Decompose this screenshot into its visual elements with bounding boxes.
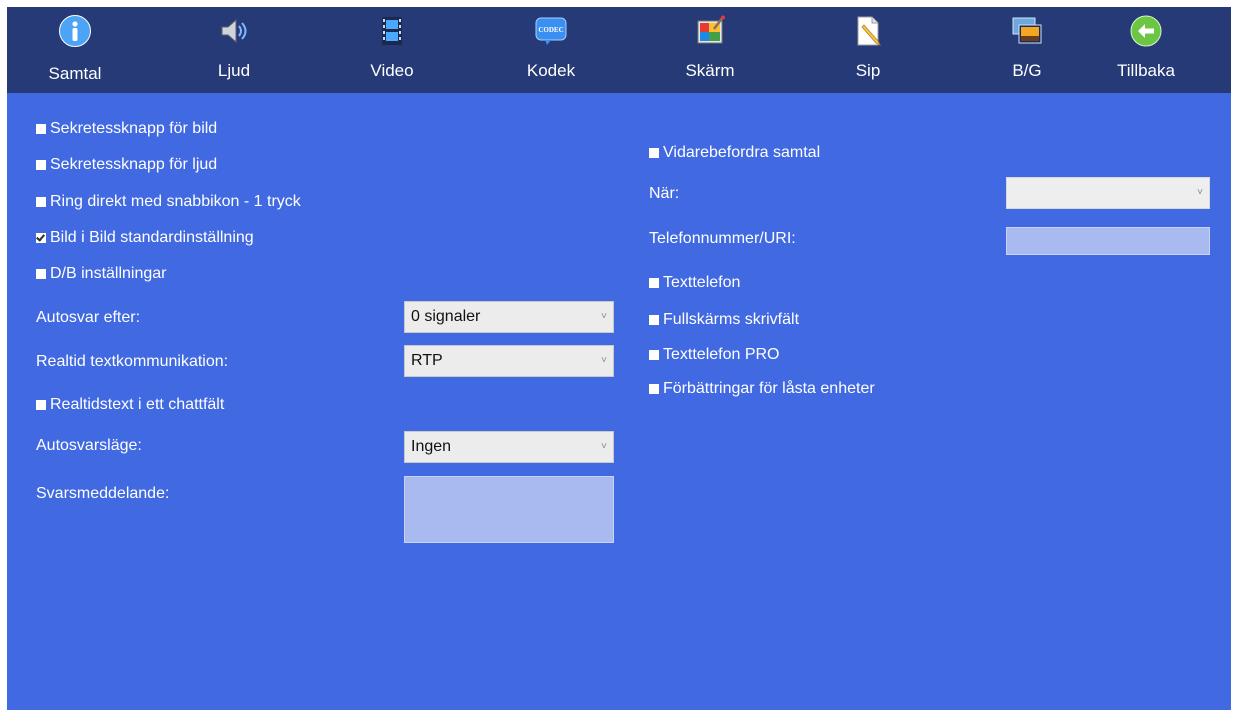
- answer-message-textarea[interactable]: [404, 476, 614, 543]
- chevron-down-icon: ˅: [601, 441, 607, 452]
- autoanswer-mode-select[interactable]: Ingen ˅: [404, 431, 614, 463]
- checkbox-square: [649, 278, 659, 288]
- privacy-audio-label: Sekretessknapp för ljud: [50, 156, 218, 173]
- pip-default-checkbox[interactable]: Bild i Bild standardinställning: [36, 226, 254, 250]
- info-icon: [59, 15, 91, 47]
- document-pencil-icon: [852, 15, 884, 47]
- nav-skarm-label: Skärm: [685, 61, 735, 80]
- text-phone-label: Texttelefon: [663, 274, 741, 291]
- autoanswer-after-label: Autosvar efter:: [36, 309, 141, 326]
- db-settings-checkbox[interactable]: D/B inställningar: [36, 262, 167, 286]
- nav-skarm[interactable]: Skärm: [660, 7, 760, 93]
- nav-sip[interactable]: Sip: [818, 7, 918, 93]
- fullscreen-input-checkbox[interactable]: Fullskärms skrivfält: [649, 308, 799, 332]
- nav-tillbaka[interactable]: Tillbaka: [1096, 7, 1196, 93]
- screen-icon: [694, 15, 726, 47]
- when-label: När:: [649, 185, 680, 202]
- forward-calls-label: Vidarebefordra samtal: [663, 144, 821, 161]
- privacy-video-checkbox[interactable]: Sekretessknapp för bild: [36, 117, 217, 141]
- nav-video[interactable]: Video: [342, 7, 442, 93]
- film-icon: [376, 15, 408, 47]
- codec-icon-text: CODEC: [538, 26, 563, 34]
- fullscreen-input-label: Fullskärms skrivfält: [663, 311, 800, 328]
- pip-default-label: Bild i Bild standardinställning: [50, 229, 254, 246]
- chevron-down-icon: ˅: [1197, 187, 1203, 198]
- checkbox-square: [649, 148, 659, 158]
- autoanswer-mode-value: Ingen: [411, 438, 452, 455]
- text-phone-pro-label: Texttelefon PRO: [663, 346, 780, 363]
- speaker-icon: [218, 15, 250, 47]
- nav-ljud-label: Ljud: [217, 61, 251, 80]
- back-arrow-icon: [1130, 15, 1162, 47]
- checkbox-square: [36, 124, 46, 134]
- checkbox-square: [36, 160, 46, 170]
- nav-kodek[interactable]: CODEC Kodek: [501, 7, 601, 93]
- codec-icon: CODEC: [535, 15, 567, 47]
- chevron-down-icon: ˅: [601, 355, 607, 366]
- phone-uri-input[interactable]: [1006, 227, 1210, 255]
- text-phone-pro-checkbox[interactable]: Texttelefon PRO: [649, 343, 780, 367]
- realtime-text-select[interactable]: RTP ˅: [404, 345, 614, 377]
- speed-dial-checkbox[interactable]: Ring direkt med snabbikon - 1 tryck: [36, 190, 301, 214]
- speed-dial-label: Ring direkt med snabbikon - 1 tryck: [50, 193, 301, 210]
- when-select[interactable]: ˅: [1006, 177, 1210, 209]
- checkbox-checked: [36, 233, 46, 243]
- nav-bg-label: B/G: [1012, 61, 1042, 80]
- autoanswer-mode-label: Autosvarsläge:: [36, 437, 142, 454]
- privacy-video-label: Sekretessknapp för bild: [50, 120, 218, 137]
- rtt-chat-label: Realtidstext i ett chattfält: [50, 396, 225, 413]
- nav-tillbaka-label: Tillbaka: [1117, 61, 1175, 80]
- checkbox-square: [649, 384, 659, 394]
- checkbox-square: [36, 197, 46, 207]
- checkbox-square: [36, 269, 46, 279]
- nav-video-label: Video: [370, 61, 414, 80]
- chevron-down-icon: ˅: [601, 311, 607, 322]
- checkbox-square: [649, 350, 659, 360]
- answer-message-label: Svarsmeddelande:: [36, 485, 170, 502]
- realtime-text-label: Realtid textkommunikation:: [36, 353, 229, 370]
- text-phone-checkbox[interactable]: Texttelefon: [649, 271, 740, 295]
- nav-sip-label: Sip: [855, 61, 881, 80]
- realtime-text-value: RTP: [411, 352, 443, 369]
- autoanswer-after-select[interactable]: 0 signaler ˅: [404, 301, 614, 333]
- nav-ljud[interactable]: Ljud: [184, 7, 284, 93]
- db-settings-label: D/B inställningar: [50, 265, 167, 282]
- privacy-audio-checkbox[interactable]: Sekretessknapp för ljud: [36, 153, 217, 177]
- locked-devices-checkbox[interactable]: Förbättringar för låsta enheter: [649, 377, 875, 401]
- rtt-chat-checkbox[interactable]: Realtidstext i ett chattfält: [36, 393, 224, 417]
- nav-samtal-label: Samtal: [48, 64, 102, 83]
- phone-uri-label: Telefonnummer/URI:: [649, 230, 796, 247]
- call-settings-window: Samtal Ljud Video CODEC Kodek Skärm Sip …: [7, 7, 1231, 710]
- nav-samtal[interactable]: Samtal: [25, 7, 125, 93]
- locked-devices-label: Förbättringar för låsta enheter: [663, 380, 875, 397]
- forward-calls-checkbox[interactable]: Vidarebefordra samtal: [649, 141, 820, 165]
- checkbox-square: [36, 400, 46, 410]
- background-image-icon: [1011, 15, 1043, 47]
- nav-kodek-label: Kodek: [526, 61, 576, 80]
- nav-bg[interactable]: B/G: [977, 7, 1077, 93]
- checkbox-square: [649, 315, 659, 325]
- top-navigation-bar: Samtal Ljud Video CODEC Kodek Skärm Sip …: [7, 7, 1231, 93]
- autoanswer-after-value: 0 signaler: [411, 308, 481, 325]
